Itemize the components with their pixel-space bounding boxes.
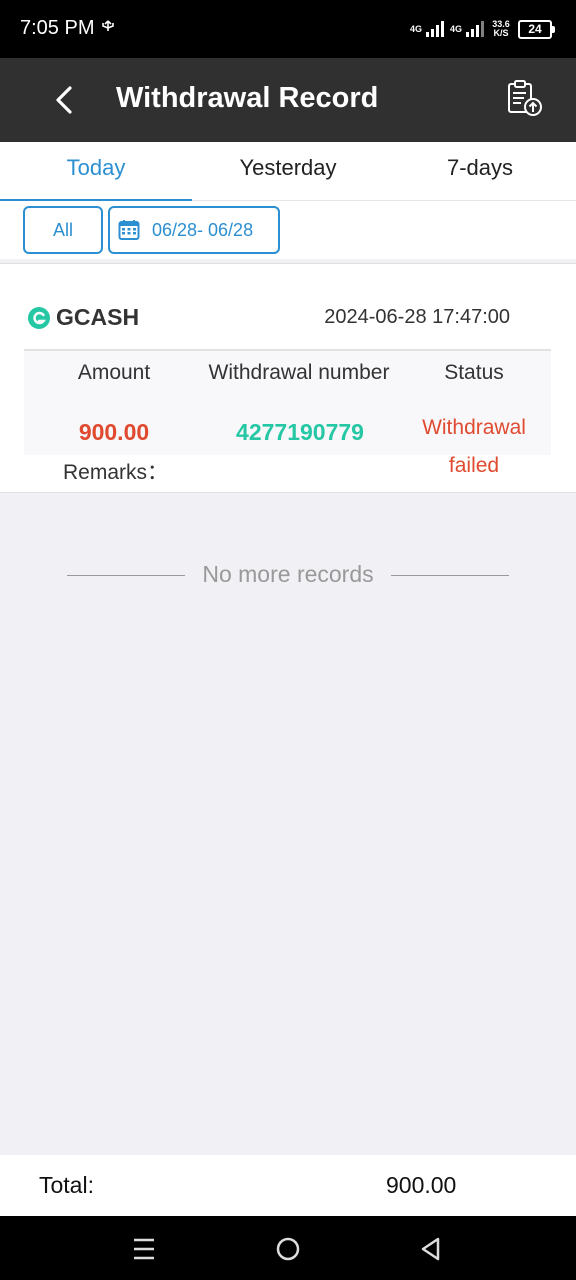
signal-icon [466, 21, 484, 37]
battery-icon: 24 [518, 19, 555, 39]
filter-all-button[interactable]: All [23, 206, 103, 254]
tab-yesterday[interactable]: Yesterday [192, 142, 384, 200]
total-label: Total: [39, 1172, 94, 1198]
divider [67, 575, 185, 576]
home-icon[interactable] [273, 1234, 303, 1264]
record-method: GCASH [28, 304, 139, 331]
back-triangle-icon[interactable] [416, 1234, 446, 1264]
record-details: Amount Withdrawal number Status 900.00 4… [24, 349, 551, 477]
end-of-list: No more records [0, 560, 576, 590]
signal-icon [425, 21, 444, 37]
status-header: Status [444, 361, 504, 384]
status-value: Withdrawal failed [422, 416, 526, 477]
total-value: 900.00 [386, 1172, 457, 1198]
filter-bar: All 06/28- 06/28 [0, 201, 576, 259]
menu-icon[interactable] [129, 1234, 159, 1264]
network-speed: 33.6 K/S [490, 20, 512, 38]
remarks-label: Remarks： [63, 461, 169, 484]
page-title: Withdrawal Record [116, 82, 379, 114]
payment-method-name: GCASH [56, 304, 140, 330]
status-time: 7:05 PM [20, 17, 95, 39]
date-tabs: Today Yesterday 7-days [0, 142, 576, 202]
calendar-icon [118, 220, 140, 240]
divider [391, 575, 509, 576]
tab-today[interactable]: Today [0, 142, 192, 202]
clipboard-upload-icon[interactable] [504, 78, 544, 118]
system-nav-bar [0, 1216, 576, 1280]
withdrawal-number-value: 4277190779 [236, 419, 364, 445]
network-type-1: 4G [409, 23, 422, 34]
speed-unit: K/S [493, 28, 509, 38]
withdrawal-number-header: Withdrawal number [208, 361, 390, 384]
chevron-left-icon[interactable] [48, 82, 82, 118]
total-bar: Total: 900.00 [0, 1155, 576, 1216]
date-range-button[interactable]: 06/28- 06/28 [108, 206, 280, 254]
usb-icon [100, 18, 116, 37]
amount-header: Amount [77, 361, 151, 384]
amount-value: 900.00 [78, 419, 150, 445]
tab-7-days[interactable]: 7-days [384, 142, 576, 200]
date-range-label: 06/28- 06/28 [152, 219, 254, 240]
gcash-logo-icon [28, 306, 50, 329]
status-indicators: 4G 4G 33.6 K/S 24 [409, 16, 555, 42]
network-type-2: 4G [449, 23, 462, 34]
status-bar: 7:05 PM 4G 4G 33.6 K/S 24 [0, 0, 576, 58]
no-more-records-text: No more records [202, 561, 374, 587]
record-datetime: 2024-06-28 17:47:00 [324, 306, 510, 328]
app-header: Withdrawal Record [0, 58, 576, 142]
